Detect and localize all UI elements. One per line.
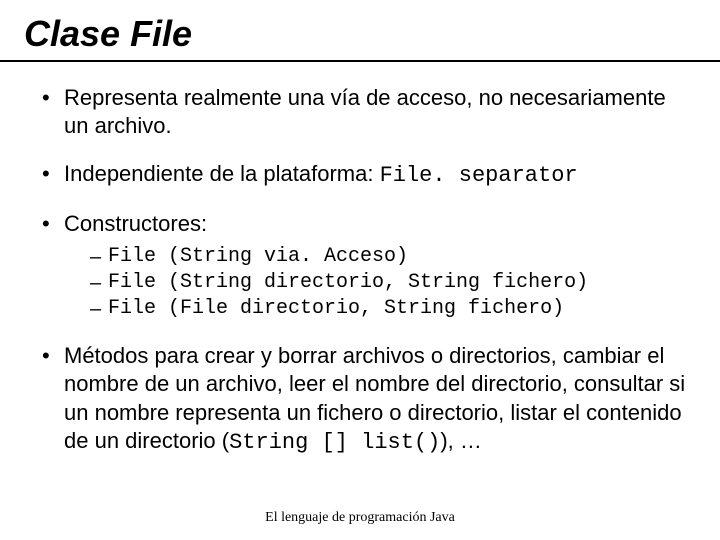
constructor-list: File (String via. Acceso) File (String d…	[64, 244, 688, 322]
slide-title: Clase File	[24, 14, 696, 54]
constructor-item: File (String directorio, String fichero)	[90, 270, 688, 296]
bullet-item-1: Representa realmente una vía de acceso, …	[42, 84, 688, 140]
slide-footer: El lenguaje de programación Java	[0, 510, 720, 526]
bullet-item-3: Constructores: File (String via. Acceso)…	[42, 210, 688, 322]
code-inline: File. separator	[380, 163, 578, 188]
bullet-item-4: Métodos para crear y borrar archivos o d…	[42, 342, 688, 457]
bullet-text: Constructores:	[64, 211, 207, 236]
bullet-list: Representa realmente una vía de acceso, …	[24, 84, 696, 457]
code-inline: String [] list()	[229, 430, 440, 455]
title-underline	[0, 60, 720, 62]
bullet-text: Representa realmente una vía de acceso, …	[64, 85, 666, 138]
bullet-text: Independiente de la plataforma:	[64, 161, 380, 186]
constructor-item: File (File directorio, String fichero)	[90, 296, 688, 322]
bullet-text-tail: ), …	[440, 428, 482, 453]
slide: Clase File Representa realmente una vía …	[0, 0, 720, 540]
constructor-item: File (String via. Acceso)	[90, 244, 688, 270]
bullet-item-2: Independiente de la plataforma: File. se…	[42, 160, 688, 190]
